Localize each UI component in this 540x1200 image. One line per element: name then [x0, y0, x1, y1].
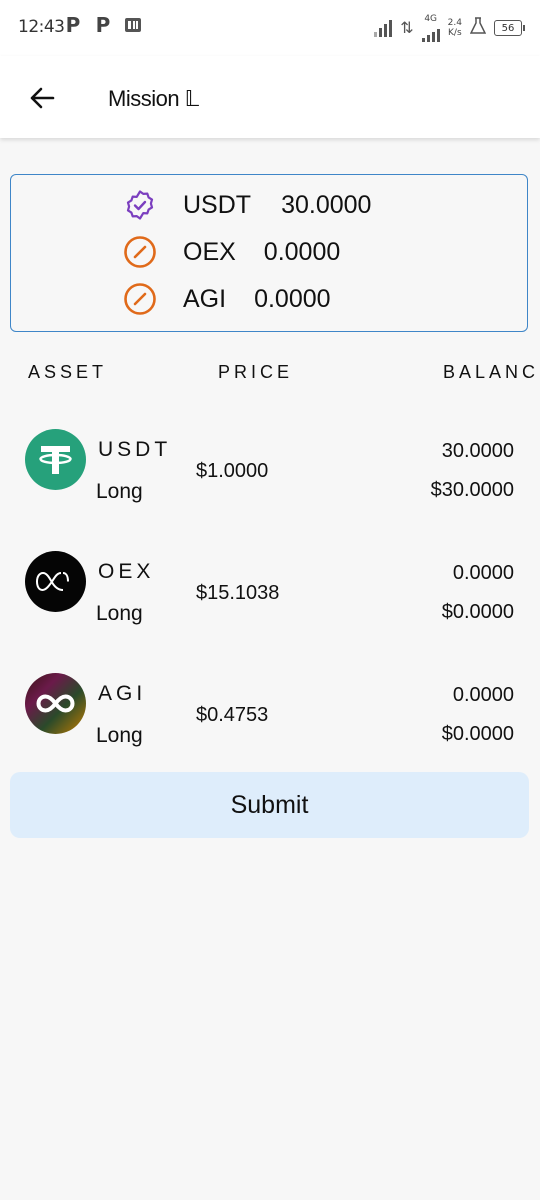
- balance-amount: 0.0000: [254, 284, 331, 313]
- column-header-price: PRICE: [218, 362, 294, 382]
- app-bar: Mission 𝕃: [0, 56, 540, 138]
- balance-row-agi: AGI 0.0000: [123, 279, 331, 319]
- signal-strength-icon: [374, 19, 393, 37]
- balance-symbol: OEX: [183, 237, 236, 266]
- asset-direction: Long: [96, 602, 143, 625]
- asset-balance: 30.0000: [441, 440, 514, 462]
- prohibited-icon: [123, 282, 157, 316]
- verified-badge-icon: [123, 188, 157, 222]
- status-time: 12:43: [18, 17, 65, 37]
- p-icon: P: [65, 13, 81, 37]
- asset-price: $0.4753: [196, 704, 269, 726]
- asset-direction: Long: [96, 480, 143, 503]
- balance-row-usdt: USDT 30.0000: [123, 185, 371, 225]
- asset-direction: Long: [96, 724, 143, 747]
- asset-symbol: USDT: [98, 438, 172, 461]
- asset-value: $30.0000: [430, 479, 514, 501]
- system-icons: ⇅ 4G 2.4 K/s 56: [374, 14, 525, 42]
- asset-row-usdt[interactable]: USDT Long $1.0000 30.0000 $30.0000: [0, 420, 540, 520]
- prohibited-icon: [123, 235, 157, 269]
- signal-strength-icon: [421, 24, 440, 42]
- asset-value: $0.0000: [441, 723, 514, 745]
- balance-row-oex: OEX 0.0000: [123, 232, 340, 272]
- pdf-notification-icon: [122, 14, 144, 36]
- network-speed-unit: K/s: [448, 28, 462, 38]
- notification-icons: P P: [62, 13, 144, 37]
- network-speed: 2.4 K/s: [448, 18, 462, 38]
- asset-symbol: OEX: [98, 560, 155, 583]
- asset-balance: 0.0000: [452, 562, 514, 584]
- asset-balance: 0.0000: [452, 684, 514, 706]
- network-speed-value: 2.4: [447, 18, 462, 28]
- balance-amount: 0.0000: [263, 237, 341, 266]
- status-bar: 12:43 P P ⇅ 4G 2.4 K/s 56: [0, 0, 540, 56]
- asset-row-oex[interactable]: OEX Long $15.1038 0.0000 $0.0000: [0, 542, 540, 642]
- arrow-left-icon: [30, 87, 55, 109]
- column-header-balance: BALANC: [443, 362, 540, 382]
- column-header-asset: ASSET: [28, 362, 108, 382]
- agi-logo: [25, 673, 86, 734]
- data-transfer-icon: ⇅: [400, 20, 414, 37]
- network-indicator: 4G: [421, 14, 440, 42]
- network-type: 4G: [424, 14, 438, 24]
- asset-symbol: AGI: [98, 682, 147, 705]
- submit-button[interactable]: Submit: [10, 772, 529, 838]
- asset-row-agi[interactable]: AGI Long $0.4753 0.0000 $0.0000: [0, 664, 540, 764]
- asset-value: $0.0000: [441, 601, 514, 623]
- page-title: Mission 𝕃: [108, 86, 199, 111]
- balance-symbol: USDT: [183, 190, 252, 219]
- tether-logo: [25, 429, 86, 490]
- asset-price: $1.0000: [196, 460, 269, 482]
- balance-amount: 30.0000: [281, 190, 372, 219]
- battery-icon: 56: [494, 20, 525, 36]
- asset-price: $15.1038: [196, 582, 280, 604]
- p-icon: P: [95, 13, 111, 37]
- back-button[interactable]: [22, 78, 62, 118]
- balance-symbol: AGI: [183, 284, 227, 313]
- oex-logo: [25, 551, 86, 612]
- balance-summary-card: USDT 30.0000 OEX 0.0000 AGI 0.0000: [10, 174, 528, 332]
- flask-icon: [469, 16, 487, 40]
